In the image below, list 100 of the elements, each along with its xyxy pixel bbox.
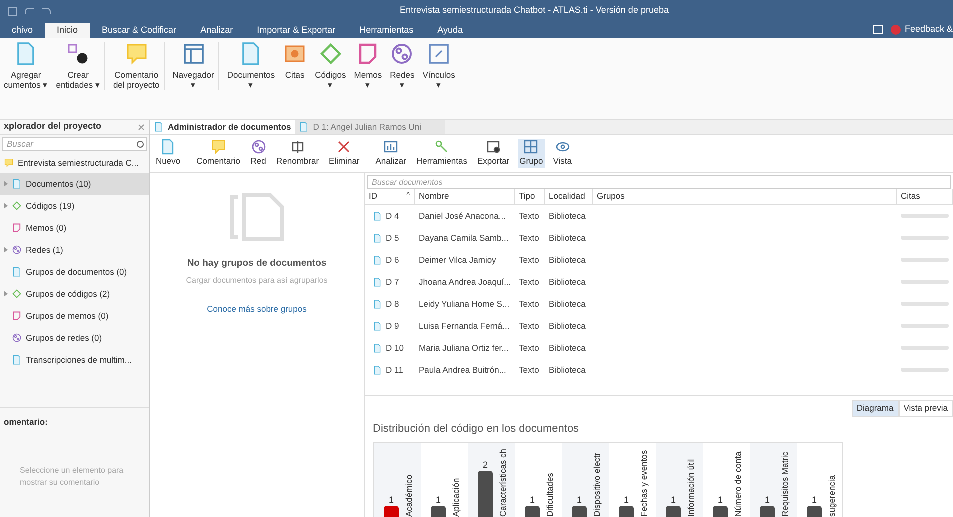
toolbar-button[interactable]: Nuevo: [154, 139, 183, 168]
table-cell-text: Biblioteca: [548, 298, 587, 310]
net-icon: [12, 245, 22, 255]
search-field[interactable]: Buscar: [2, 137, 147, 151]
ribbon-button[interactable]: Crear entidades ▾: [52, 42, 104, 90]
table-cell-text: Dayana Camila Samb...: [418, 232, 510, 244]
table-cell-text: Biblioteca: [548, 342, 587, 354]
tree-item[interactable]: Grupos de documentos (0): [0, 261, 149, 283]
toolbar-button[interactable]: Analizar: [374, 139, 408, 168]
document-icon: [299, 122, 310, 132]
value-label: 1: [577, 494, 582, 504]
tree-item[interactable]: Grupos de memos (0): [0, 305, 149, 327]
expand-icon[interactable]: [4, 203, 8, 209]
empty-title: No hay grupos de documentos: [187, 257, 327, 271]
bar: [572, 506, 587, 517]
ribbon-button[interactable]: Redes ▾: [386, 42, 419, 90]
column-header[interactable]: Grupos: [593, 189, 897, 204]
document-icon: [373, 234, 382, 242]
value-label: 1: [812, 494, 817, 504]
document-tab[interactable]: D 1: Angel Julian Ramos Uni: [295, 120, 446, 134]
close-icon[interactable]: [138, 124, 145, 130]
tree-item[interactable]: Documentos (10): [0, 173, 149, 195]
project-icon: [4, 158, 14, 168]
menu-tab[interactable]: Herramientas: [348, 23, 426, 38]
document-icon: [12, 355, 22, 365]
toolbar-button[interactable]: Grupo: [518, 139, 546, 168]
table-cell-text: Daniel José Anacona...: [418, 210, 507, 222]
view-tab[interactable]: Vista previa: [898, 400, 953, 417]
table-cell-text: Texto: [518, 232, 540, 244]
menu-tab[interactable]: Importar & Exportar: [245, 23, 348, 38]
history-icon: [872, 25, 883, 34]
delete-icon: [336, 139, 352, 156]
table-cell-text: Leidy Yuliana Home S...: [418, 298, 511, 310]
ribbon-button[interactable]: Documentos ▾: [218, 42, 280, 90]
ribbon-button[interactable]: Memos ▾: [350, 42, 386, 90]
toolbar-button[interactable]: Vista: [551, 139, 574, 168]
ribbon-button[interactable]: Citas: [279, 42, 312, 80]
toolbar-button[interactable]: Red: [248, 139, 269, 168]
memo-icon: [12, 223, 22, 233]
column-header[interactable]: Localidad: [545, 189, 593, 204]
value-label: 1: [718, 494, 723, 504]
view-tab[interactable]: Diagrama: [852, 400, 899, 417]
bar: [525, 506, 540, 517]
category-label: Académico: [404, 474, 414, 516]
toolbar-button[interactable]: Exportar: [476, 139, 512, 168]
chart-title: Distribución del código en los documentos: [373, 422, 580, 437]
table-cell-text: Texto: [518, 254, 540, 266]
toolbar-button[interactable]: Herramientas: [414, 139, 470, 168]
table-cell: D 7: [386, 276, 400, 288]
menu-tab[interactable]: chivo: [0, 23, 46, 38]
analyze-icon: [383, 139, 400, 156]
expand-icon[interactable]: [4, 247, 8, 253]
ribbon-button[interactable]: Códigos ▾: [311, 42, 350, 90]
net-icon: [390, 42, 414, 66]
menu-tab[interactable]: Inicio: [45, 23, 90, 38]
category-label: Características ch: [498, 448, 508, 516]
bar: [760, 506, 775, 517]
tree-item[interactable]: Memos (0): [0, 217, 149, 239]
column-header[interactable]: Citas: [897, 189, 953, 204]
tree-item[interactable]: Grupos de códigos (2): [0, 283, 149, 305]
expand-icon[interactable]: [4, 181, 8, 187]
ribbon-button[interactable]: Comentario del proyecto: [104, 42, 164, 90]
undo-icon: [25, 8, 34, 14]
toolbar-button[interactable]: Eliminar: [327, 139, 362, 168]
table-cell-text: Jhoana Andrea Joaquí...: [418, 276, 512, 288]
tree-item[interactable]: Transcripciones de multim...: [0, 349, 149, 371]
feedback-link[interactable]: Feedback &: [890, 23, 953, 36]
menu-tab[interactable]: Analizar: [188, 23, 246, 38]
tree-item[interactable]: Grupos de redes (0): [0, 327, 149, 349]
value-label: 1: [624, 494, 629, 504]
learn-more-link[interactable]: Conoce más sobre grupos: [207, 303, 307, 316]
document-search-field[interactable]: Buscar documentos: [367, 175, 951, 189]
menu-tab[interactable]: Ayuda: [426, 23, 475, 38]
ribbon-button[interactable]: Agregar cumentos ▾: [0, 42, 52, 90]
document-icon: [373, 278, 382, 286]
table-cell: D 9: [386, 320, 400, 332]
save-icon: [8, 6, 17, 16]
search-icon: [137, 140, 144, 148]
expand-icon[interactable]: [4, 291, 8, 297]
table-cell-text: Texto: [518, 342, 540, 354]
column-header[interactable]: Nombre: [415, 189, 515, 204]
category-label: Requisitos Matric: [780, 451, 790, 516]
toolbar-button[interactable]: Comentario: [194, 139, 243, 168]
comment-icon: [124, 42, 149, 66]
redo-icon: [42, 8, 51, 14]
comment-hint: Seleccione un elemento para mostrar su comentario: [20, 464, 125, 489]
feedback-icon: [890, 24, 901, 35]
column-header[interactable]: Tipo: [515, 189, 545, 204]
empty-hint: Cargar documentos para así agruparlos: [186, 275, 328, 288]
document-tab[interactable]: Administrador de documentos: [150, 120, 296, 134]
menu-tab[interactable]: Buscar & Codificar: [90, 23, 189, 38]
table-cell-text: Biblioteca: [548, 364, 587, 376]
toolbar-button[interactable]: Renombrar: [274, 139, 322, 168]
group-icon: [523, 139, 540, 156]
ribbon-button[interactable]: Vínculos ▾: [418, 42, 460, 90]
category-label: Número de conta: [733, 451, 743, 516]
table-cell-text: Texto: [518, 364, 540, 376]
tree-item[interactable]: Códigos (19): [0, 195, 149, 217]
ribbon-button[interactable]: Navegador ▾: [164, 42, 218, 90]
tree-item[interactable]: Redes (1): [0, 239, 149, 261]
